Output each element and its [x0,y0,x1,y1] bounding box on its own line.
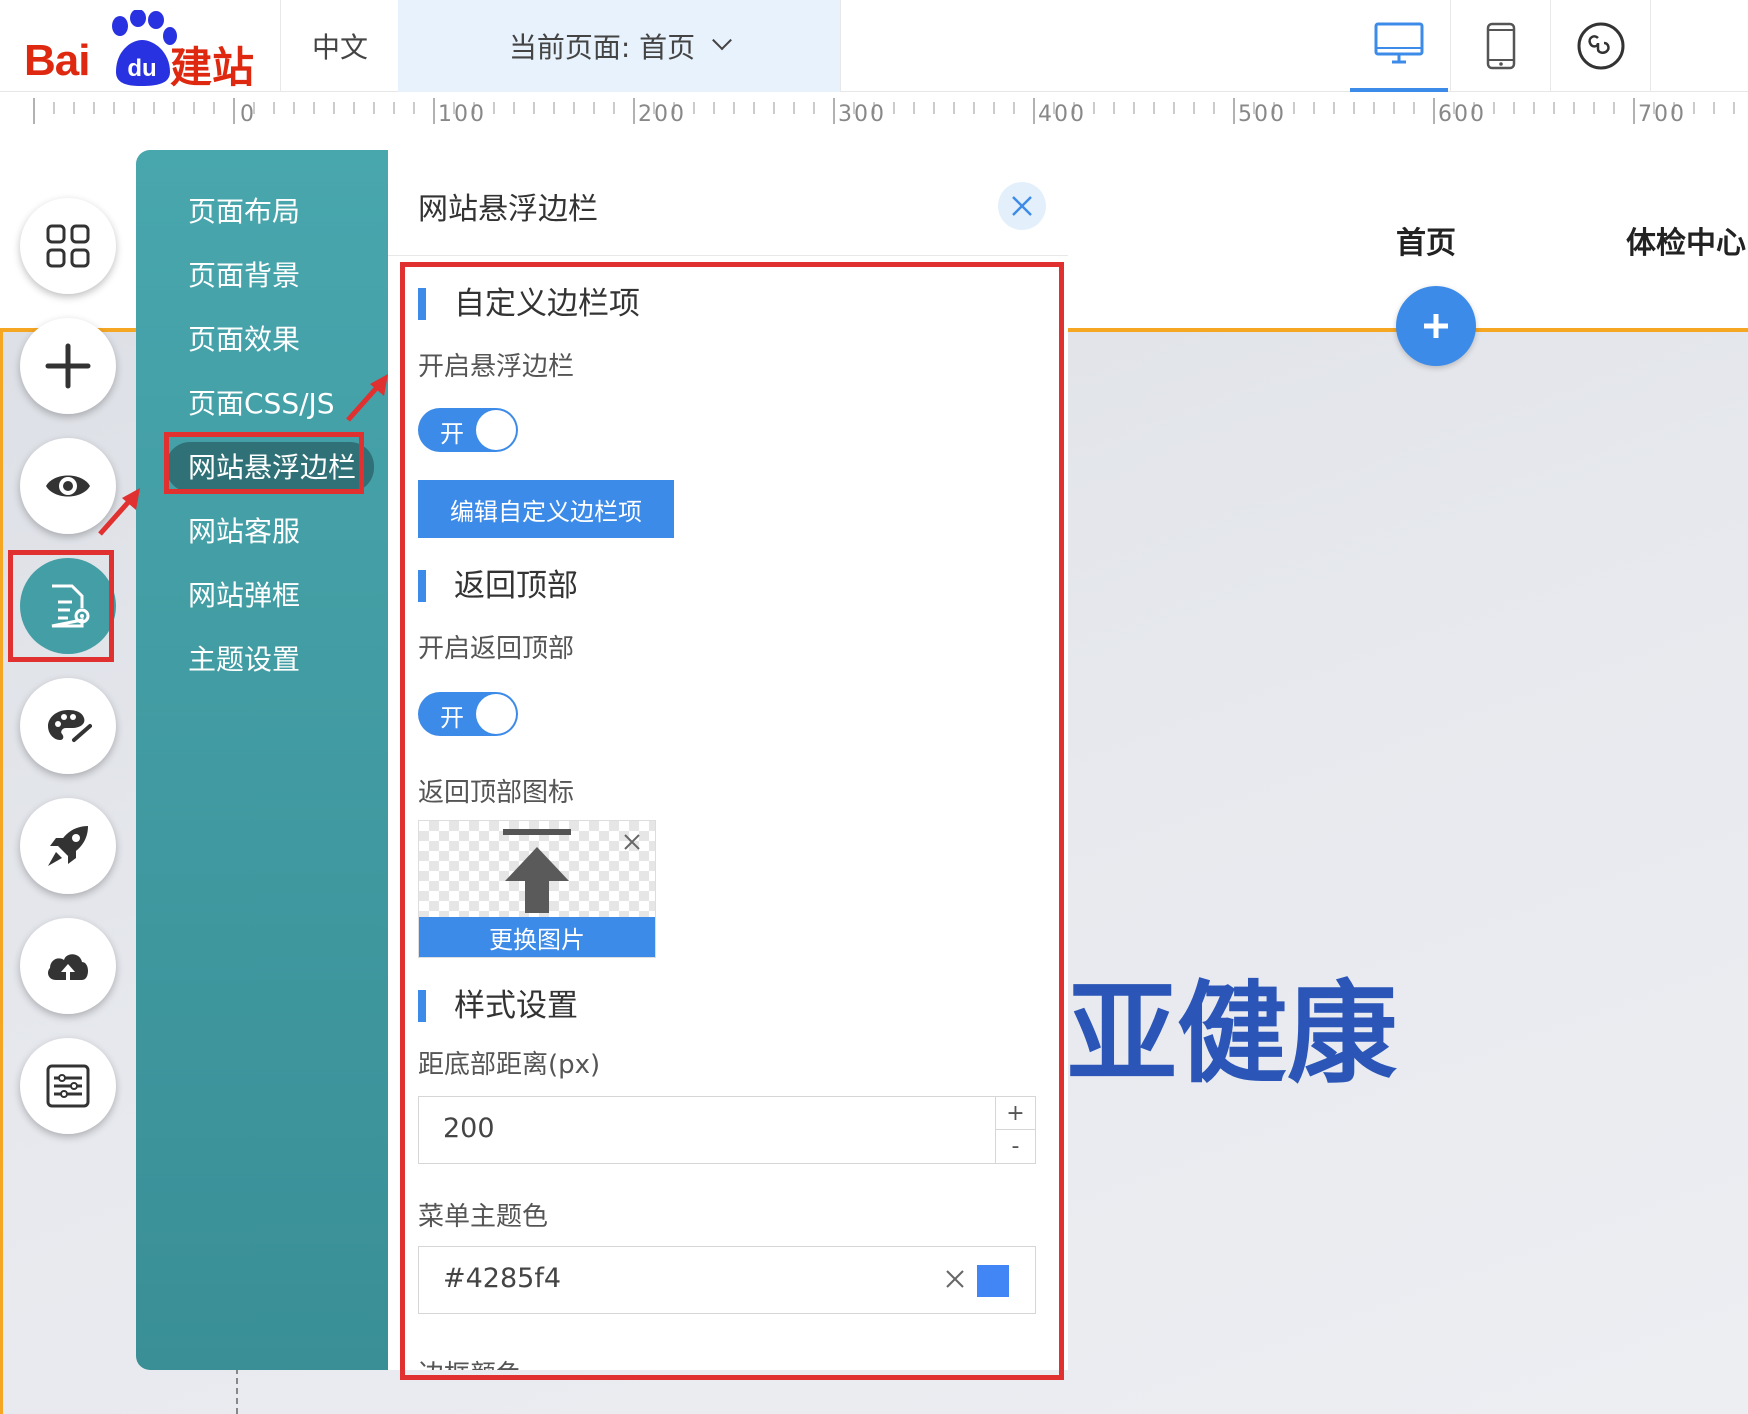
menu-item-popup[interactable]: 网站弹框 [188,574,300,614]
menu-item-page-layout[interactable]: 页面布局 [188,190,300,230]
horizontal-ruler: 0 100 200 300 400 500 600 700 [0,92,1748,138]
preview-eye-icon [46,475,90,497]
panel-title: 网站悬浮边栏 [418,192,598,227]
menu-item-page-background[interactable]: 页面背景 [188,254,300,294]
site-nav-home[interactable]: 首页 [1396,218,1456,262]
menu-item-page-css-js[interactable]: 页面CSS/JS [188,382,335,422]
ruler-label: 700 [1638,102,1686,127]
top-bar: Bai du 建站 中文 当前页面: 首页 [0,0,1748,92]
divider [280,0,281,92]
chevron-down-icon [712,30,733,51]
ruler-label: 300 [838,102,886,127]
menu-item-page-effects[interactable]: 页面效果 [188,318,300,358]
ruler-label: 100 [438,102,486,127]
device-desktop-button[interactable] [1350,0,1448,92]
page-settings-menu: 页面布局 页面背景 页面效果 页面CSS/JS 网站悬浮边栏 网站客服 网站弹框… [136,150,388,1370]
ruler-label: 0 [240,102,256,127]
add-icon [45,343,91,389]
current-page-label: 当前页面: 首页 [508,31,696,64]
plus-icon [1424,314,1448,338]
publish-rocket-button[interactable] [20,798,116,894]
add-element-button[interactable] [20,318,116,414]
divider [1550,0,1551,92]
divider [1450,0,1451,92]
device-mini-program-button[interactable] [1552,0,1650,92]
components-grid-button[interactable] [20,198,116,294]
rocket-icon [48,826,88,866]
ruler-label: 600 [1438,102,1486,127]
mini-program-icon [1577,22,1625,70]
logo-paw-text: du [127,55,156,82]
highlight-box-settings-panel [400,262,1064,1380]
mobile-icon [1486,22,1516,70]
annotation-arrow-icon [346,374,388,422]
grid-icon [46,224,90,268]
language-switch[interactable]: 中文 [282,28,398,68]
logo-text-cn: 建站 [170,43,255,92]
divider [1650,0,1651,92]
baidu-jianzhan-logo[interactable]: Bai du 建站 [20,8,260,92]
cloud-upload-icon [48,954,88,980]
logo-text-latin: Bai [24,36,90,85]
menu-item-theme-settings[interactable]: 主题设置 [188,638,300,678]
highlight-box-settings-tool [8,550,114,662]
panel-close-button[interactable] [998,182,1046,230]
cloud-upload-button[interactable] [20,918,116,1014]
guide-line [236,1368,238,1414]
annotation-arrow-icon [98,488,140,536]
panel-header: 网站悬浮边栏 [388,150,1068,256]
site-nav-checkup-center[interactable]: 体检中心 [1626,218,1746,262]
theme-palette-button[interactable] [20,678,116,774]
sliders-icon [46,1064,90,1108]
advanced-settings-button[interactable] [20,1038,116,1134]
device-mobile-button[interactable] [1452,0,1550,92]
ruler-label: 200 [638,102,686,127]
divider [840,0,841,92]
close-icon [1012,196,1032,216]
ruler-label: 400 [1038,102,1086,127]
highlight-box-menu-item [164,432,364,494]
menu-item-customer-service[interactable]: 网站客服 [188,510,300,550]
current-page-selector[interactable]: 当前页面: 首页 [398,0,840,92]
ruler-label: 500 [1238,102,1286,127]
hero-title: 亚健康 [1067,970,1397,1098]
palette-icon [48,710,92,742]
add-nav-button[interactable] [1396,286,1476,366]
desktop-icon [1374,22,1424,64]
